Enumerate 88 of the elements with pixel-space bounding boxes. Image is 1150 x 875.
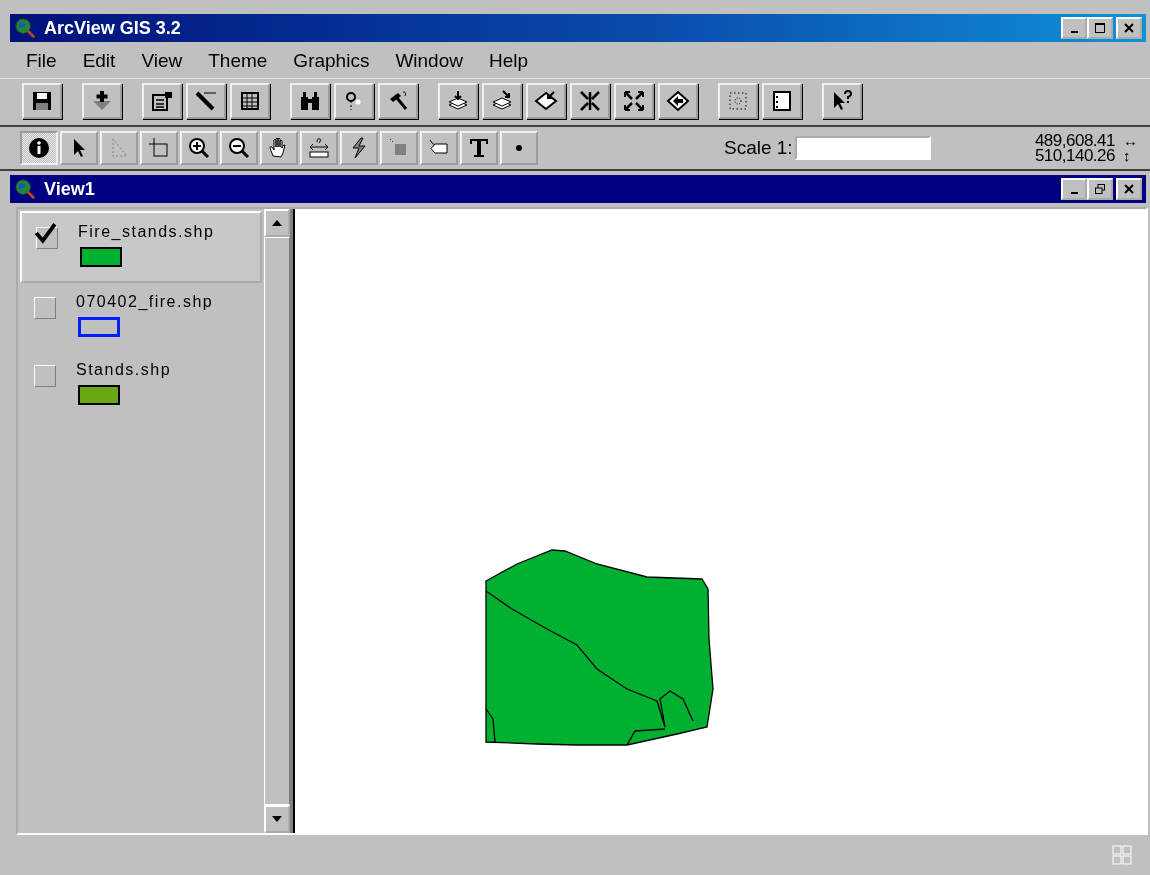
measure-tool[interactable] <box>300 131 338 165</box>
menu-item[interactable]: File <box>26 50 57 72</box>
down-arrow-icon <box>272 816 282 822</box>
coordinate-value: 510,140.26 <box>1034 148 1115 163</box>
maximize-icon <box>1094 22 1106 34</box>
menu-item[interactable]: Edit <box>82 50 116 72</box>
page-icon <box>770 89 794 113</box>
globe-magnifier-icon <box>14 17 36 39</box>
zoom-box-tool[interactable] <box>140 131 178 165</box>
globe-magnifier-icon <box>14 178 36 200</box>
text-t-icon <box>467 136 491 160</box>
inward-arrows-icon <box>578 89 602 113</box>
minimize-icon <box>1070 31 1078 33</box>
theme-name: Stands.shp <box>76 361 172 379</box>
zoom-to-selected-button[interactable] <box>526 83 566 119</box>
view-title: View1 <box>44 178 95 200</box>
pen-icon <box>194 89 218 113</box>
visibility-checkbox[interactable] <box>34 365 56 387</box>
ruler-icon <box>307 136 331 160</box>
menu-item[interactable]: Theme <box>208 50 268 72</box>
pan-tool[interactable] <box>260 131 298 165</box>
zoom-out-button[interactable] <box>614 83 654 119</box>
coordinate-value: 489,608.41 <box>1034 133 1115 148</box>
restore-button[interactable] <box>1087 178 1113 200</box>
floppy-icon <box>30 89 54 113</box>
theme-entry[interactable]: Stands.shp <box>20 351 262 419</box>
table-button[interactable] <box>230 83 270 119</box>
add-theme-button[interactable] <box>82 83 122 119</box>
minimize-button[interactable] <box>1061 17 1087 39</box>
menu-item[interactable]: Window <box>395 50 463 72</box>
grid-icon <box>1112 845 1132 865</box>
scroll-down-button[interactable] <box>264 805 290 833</box>
identify-tool[interactable] <box>20 131 58 165</box>
pointer-tool[interactable] <box>60 131 98 165</box>
table-icon <box>238 89 262 113</box>
menu-item[interactable]: Help <box>488 50 529 72</box>
layout-button[interactable] <box>762 83 802 119</box>
draw-point-tool[interactable] <box>500 131 538 165</box>
zoom-previous-button[interactable] <box>658 83 698 119</box>
text-tool[interactable] <box>460 131 498 165</box>
minimize-button[interactable] <box>1061 178 1087 200</box>
theme-properties-button[interactable] <box>142 83 182 119</box>
close-button[interactable] <box>1116 17 1142 39</box>
minimize-icon <box>1070 192 1078 194</box>
arrow-icon: ↔ <box>1123 133 1138 148</box>
find-button[interactable] <box>290 83 330 119</box>
restore-icon <box>1094 183 1106 195</box>
theme-name: Fire_stands.shp <box>78 223 215 241</box>
menu-item[interactable]: Graphics <box>293 50 370 72</box>
scrollbar[interactable] <box>264 209 290 833</box>
scale-field[interactable] <box>794 136 931 160</box>
zoom-out-tool[interactable] <box>220 131 258 165</box>
edit-legend-button[interactable] <box>186 83 226 119</box>
close-button[interactable] <box>1116 178 1142 200</box>
zoom-in-tool[interactable] <box>180 131 218 165</box>
scroll-up-button[interactable] <box>264 209 290 237</box>
scale-label: Scale 1: <box>724 137 793 159</box>
zoom-in-button[interactable] <box>570 83 610 119</box>
hotlink-tool[interactable] <box>340 131 378 165</box>
box-icon <box>147 136 171 160</box>
binoculars-icon <box>298 89 322 113</box>
menu-item[interactable]: View <box>141 50 183 72</box>
visibility-checkbox[interactable] <box>34 297 56 319</box>
zoom-to-themes-button[interactable] <box>482 83 522 119</box>
locate-button[interactable] <box>334 83 374 119</box>
diamond-arrow-icon <box>534 89 558 113</box>
back-arrow-icon <box>666 89 690 113</box>
select-graphics-button[interactable] <box>718 83 758 119</box>
window-title: ArcView GIS 3.2 <box>44 17 181 39</box>
info-icon <box>27 136 51 160</box>
dot-icon <box>516 145 522 151</box>
magnifier-minus-icon <box>227 136 251 160</box>
close-icon <box>1123 22 1135 34</box>
close-icon <box>1123 183 1135 195</box>
arrow-icon: ↕ <box>1123 148 1131 163</box>
outward-arrows-icon <box>622 89 646 113</box>
query-builder-button[interactable] <box>378 83 418 119</box>
save-button[interactable] <box>22 83 62 119</box>
form-icon <box>150 89 174 113</box>
help-button[interactable] <box>822 83 862 119</box>
theme-name: 070402_fire.shp <box>76 293 214 311</box>
maximize-button[interactable] <box>1087 17 1113 39</box>
theme-entry[interactable]: 070402_fire.shp <box>20 283 262 351</box>
dotted-grid-icon <box>726 89 750 113</box>
label-tool[interactable] <box>420 131 458 165</box>
magnifier-plus-icon <box>187 136 211 160</box>
up-arrow-icon <box>272 220 282 226</box>
zoom-to-full-extent-button[interactable] <box>438 83 478 119</box>
